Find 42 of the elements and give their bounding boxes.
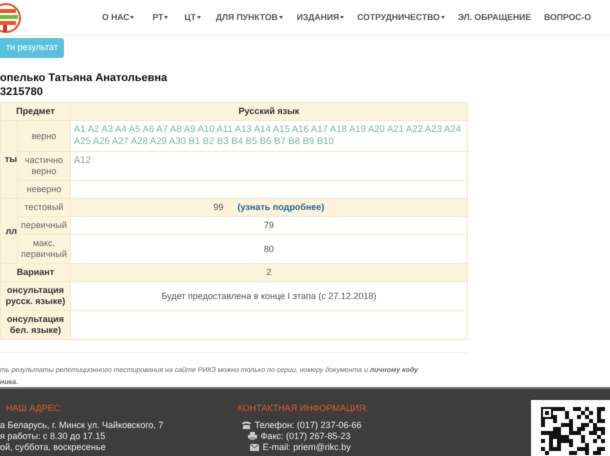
row-label: первичный <box>18 216 70 234</box>
row-label: тестовый <box>18 198 70 216</box>
nav-link[interactable]: РТ <box>152 11 168 24</box>
logo-icon[interactable] <box>0 3 22 33</box>
contact-line: E-mail: priem@rikc.by <box>262 442 351 452</box>
printer-icon <box>248 432 257 440</box>
row-label: онсультация русск. языке) <box>0 282 70 310</box>
table-header: Русский язык <box>70 102 468 120</box>
nav-link[interactable]: О НАС <box>102 11 134 24</box>
nav-link[interactable]: ЭЛ. ОБРАЩЕНИЕ <box>458 11 532 24</box>
contact-line: Телефон: (017) 237-06-66 <box>254 420 362 430</box>
nav-link[interactable]: ЦТ <box>184 11 201 24</box>
row-label: онсультация бел. языке) <box>0 310 70 340</box>
phone-icon <box>242 421 251 429</box>
nav-link[interactable]: ВОПРОС-О <box>544 11 592 24</box>
address-line: я работы: с 8.30 до 17.15 <box>0 430 106 442</box>
details-link[interactable]: (узнать подробнее) <box>238 202 324 212</box>
table-cell: Будет предоставлена в конце I этапа (с 27.12.2018) <box>70 282 468 310</box>
row-group-label: ты <box>0 120 18 198</box>
footer-heading: НАШ АДРЕС: <box>5 402 64 415</box>
mail-icon <box>250 444 259 450</box>
nav-link[interactable]: ДЛЯ ПУНКТОВ <box>216 11 283 24</box>
table-header: Предмет <box>0 102 70 120</box>
answer-list: A12 <box>70 152 468 180</box>
answer-list: A1 A2 A3 A4 A5 A6 A7 A8 A9 A10 A11 A13 A14 A15 A16 A17 A18 A19 A20 A21 A22 A23 A24 A25 A26 A27 A28 A29 A30 B1 B2 B3 B4 B5 B6 B7 B8 B9 B10 <box>70 120 468 152</box>
table-cell: 2 <box>70 264 468 282</box>
address-line: а Беларусь, г. Минск ул. Чайковского, 7 <box>0 420 164 430</box>
person-code: 3215780 <box>0 85 44 99</box>
contact-line: Факс: (017) 267-85-23 <box>260 430 351 442</box>
row-label: неверно <box>18 180 70 198</box>
nav-link[interactable]: СОТРУДНИЧЕСТВО <box>357 11 445 24</box>
row-label: верно <box>18 120 70 152</box>
score-value: 99 <box>214 202 224 212</box>
row-label: макс. первичный <box>18 234 70 264</box>
table-cell: 79 <box>70 216 468 234</box>
address-line: ой, суббота, воскресенье <box>0 442 107 452</box>
row-group-label: лл <box>0 198 18 264</box>
nav-link[interactable]: ИЗДАНИЯ <box>296 11 344 24</box>
row-label: частично верно <box>18 152 70 180</box>
footer-heading: КОНТАКТНАЯ ИНФОРМАЦИЯ: <box>238 402 370 415</box>
person-name: опелько Татьяна Анатольевна <box>0 71 168 85</box>
row-label: Вариант <box>0 264 70 282</box>
